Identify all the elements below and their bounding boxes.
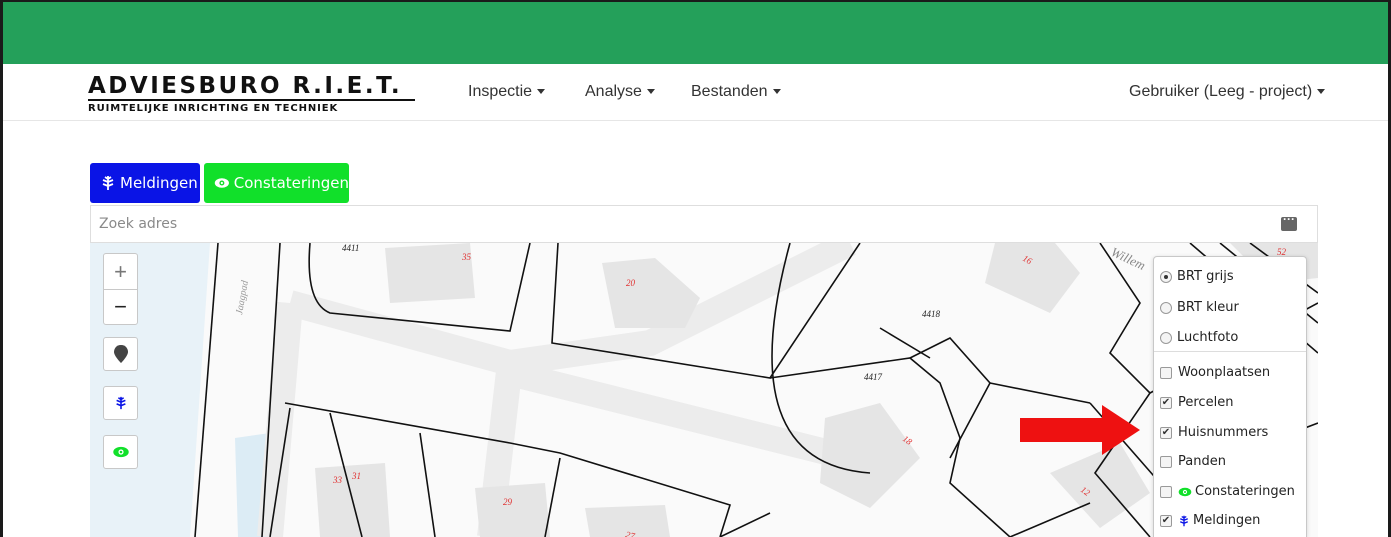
meldingen-icon [1179,515,1189,526]
layer-luchtfoto[interactable]: Luchtfoto [1160,330,1238,345]
house-number: 31 [351,471,361,481]
address-search-bar [90,205,1318,243]
constateringen-button-label: Constateringen [233,174,349,192]
caret-down-icon [772,89,781,95]
location-marker-button[interactable] [103,337,138,371]
house-number: 20 [626,278,636,288]
brand-name: ADVIESBURO R.I.E.T. [88,73,403,99]
street-label-willem: Willem [1109,244,1148,273]
layer-separator [1154,351,1306,352]
checkbox[interactable] [1160,366,1172,379]
layer-meldingen[interactable]: ✔ Meldingen [1160,513,1260,528]
layer-label: Constateringen [1195,484,1295,499]
zoom-out-button[interactable]: − [104,289,137,324]
layer-label: BRT kleur [1177,300,1239,315]
user-menu-label: Gebruiker (Leeg - project) [1129,83,1313,100]
address-search-input[interactable] [91,206,1241,242]
layer-brt-grijs[interactable]: BRT grijs [1160,269,1234,284]
caret-down-icon [646,89,655,95]
house-number: 29 [503,497,513,507]
menu-inspectie[interactable]: Inspectie [468,83,546,101]
parcel-number: 4411 [342,243,359,253]
layer-label: Luchtfoto [1177,330,1239,345]
caret-down-icon [537,89,546,95]
layer-label: Meldingen [1193,513,1261,528]
parcel-number: 4418 [922,309,941,319]
layer-brt-kleur[interactable]: BRT kleur [1160,300,1239,315]
menu-inspectie-label: Inspectie [468,83,533,100]
meldingen-tool-button[interactable] [103,386,138,420]
meldingen-icon [102,176,114,190]
arrow-pointer-icon [1020,405,1140,455]
layer-label: Huisnummers [1178,425,1269,440]
layer-label: BRT grijs [1177,269,1234,284]
layer-panden[interactable]: Panden [1160,454,1226,469]
menu-bestanden[interactable]: Bestanden [691,83,781,101]
layer-label: Woonplaatsen [1178,365,1271,380]
checkbox-checked[interactable]: ✔ [1160,514,1172,527]
menu-bestanden-label: Bestanden [691,83,768,100]
house-number: 33 [332,475,343,485]
checkbox-checked[interactable]: ✔ [1160,426,1172,439]
top-bar [3,2,1388,64]
zoom-in-button[interactable]: + [104,254,137,289]
radio[interactable] [1160,331,1172,344]
meldingen-button[interactable]: Meldingen [90,163,200,203]
brand-rule [88,99,415,101]
map-marker-icon [113,345,128,363]
keyboard-icon[interactable] [1281,212,1297,231]
house-number: 27 [624,529,636,537]
constateringen-button[interactable]: Constateringen [204,163,349,203]
layer-woonplaatsen[interactable]: Woonplaatsen [1160,365,1270,380]
meldingen-icon [115,396,126,410]
parcel-number: 4417 [864,372,883,382]
layer-percelen[interactable]: ✔ Percelen [1160,395,1233,410]
checkbox-checked[interactable]: ✔ [1160,396,1172,409]
cadastral-map: Jaagpad Willem 4411 4418 4417 35 20 16 5… [90,243,1318,537]
layer-label: Panden [1178,454,1226,469]
menu-analyse[interactable]: Analyse [585,83,655,101]
navbar: ADVIESBURO R.I.E.T. RUIMTELIJKE INRICHTI… [3,64,1388,121]
street-label-jaagpad: Jaagpad [234,279,251,316]
checkbox[interactable] [1160,455,1172,468]
zoom-control: + − [103,253,138,325]
caret-down-icon [1317,89,1326,95]
radio-selected[interactable] [1160,270,1172,283]
house-number: 35 [461,252,472,262]
layer-label: Percelen [1178,395,1234,410]
radio[interactable] [1160,301,1172,314]
brand-logo[interactable]: ADVIESBURO R.I.E.T. RUIMTELIJKE INRICHTI… [88,74,418,114]
eye-icon [1178,487,1192,496]
user-menu[interactable]: Gebruiker (Leeg - project) [1129,83,1326,101]
checkbox[interactable] [1160,485,1172,498]
brand-tagline: RUIMTELIJKE INRICHTING EN TECHNIEK [88,103,339,114]
menu-analyse-label: Analyse [585,83,642,100]
eye-icon [112,446,129,458]
layer-switcher: BRT grijs BRT kleur Luchtfoto Woonplaats… [1153,256,1307,537]
constateringen-tool-button[interactable] [103,435,138,469]
layer-huisnummers[interactable]: ✔ Huisnummers [1160,425,1268,440]
meldingen-button-label: Meldingen [120,174,198,192]
map-view[interactable]: Jaagpad Willem 4411 4418 4417 35 20 16 5… [90,243,1318,537]
layer-constateringen[interactable]: Constateringen [1160,484,1295,499]
eye-icon [214,178,229,188]
